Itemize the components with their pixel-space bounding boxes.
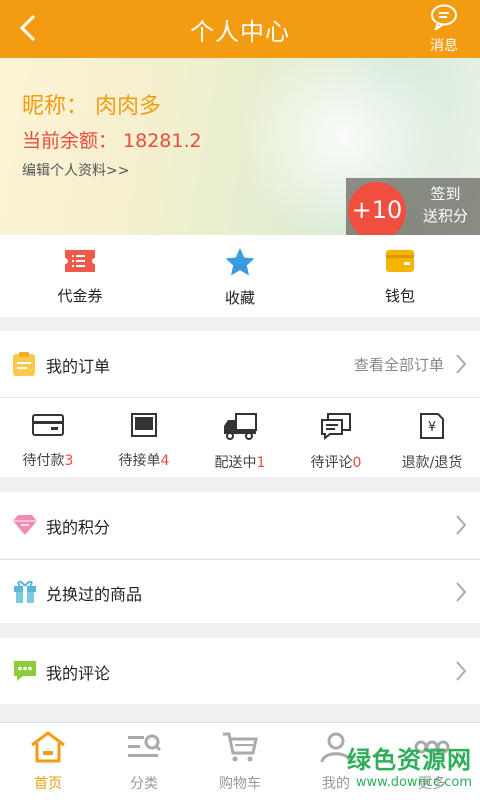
coupon-icon <box>65 250 95 272</box>
balance: 当前余额： 18281.2 <box>22 130 202 152</box>
status-count: 0 <box>352 455 362 471</box>
refund-icon: ¥ <box>420 413 444 439</box>
status-label-pending-payment: 待付款3 <box>22 453 74 469</box>
chevron-right-icon <box>456 354 467 374</box>
favorites-button[interactable]: 收藏 <box>160 235 320 317</box>
svg-text:¥: ¥ <box>428 420 436 435</box>
my-points-label: 我的积分 <box>46 518 111 537</box>
page-title: 个人中心 <box>190 18 290 46</box>
status-awaiting-review[interactable]: 待评论0 <box>288 398 384 477</box>
signin-text: 签到 送积分 <box>423 183 468 227</box>
status-refund[interactable]: ¥ 退款/退货 <box>384 398 480 477</box>
cart-icon <box>223 732 258 762</box>
wallet-button[interactable]: 钱包 <box>320 235 480 317</box>
tab-category-label: 分类 <box>130 776 158 792</box>
my-reviews-row[interactable]: 我的评论 <box>0 638 480 704</box>
top-bar: 个人中心 消息 <box>0 0 480 58</box>
status-pending-payment[interactable]: 待付款3 <box>0 398 96 477</box>
view-all-orders-link[interactable]: 查看全部订单 <box>354 354 444 375</box>
message-button[interactable]: 消息 <box>424 4 464 54</box>
favorites-label: 收藏 <box>224 289 255 307</box>
status-awaiting-acceptance[interactable]: 待接单4 <box>96 398 192 477</box>
diamond-icon <box>13 515 37 535</box>
my-orders-label: 我的订单 <box>46 357 111 376</box>
coupon-button[interactable]: 代金券 <box>0 235 160 317</box>
nickname: 昵称： 肉肉多 <box>22 94 161 119</box>
chevron-right-icon <box>456 515 467 535</box>
status-count: 1 <box>256 455 266 471</box>
inbox-icon <box>131 413 157 437</box>
wallet-label: 钱包 <box>384 287 415 305</box>
signin-points-badge: +10 <box>348 182 406 235</box>
star-icon <box>225 248 255 276</box>
status-label-refund: 退款/退货 <box>401 455 463 471</box>
profile-banner: 昵称： 肉肉多 当前余额： 18281.2 编辑个人资料>> +10 签到 送积… <box>0 58 480 235</box>
chat-bubble-icon <box>14 661 36 681</box>
gift-icon <box>14 580 36 603</box>
my-orders-row[interactable]: 我的订单 查看全部订单 <box>0 331 480 397</box>
status-label-delivery: 配送中1 <box>214 455 266 471</box>
status-label-awaiting: 待接单4 <box>118 453 170 469</box>
status-count: 3 <box>64 453 74 469</box>
redeemed-goods-label: 兑换过的商品 <box>46 585 143 604</box>
tab-home-label: 首页 <box>34 776 62 792</box>
clipboard-icon <box>13 352 35 376</box>
tab-home[interactable]: 首页 <box>0 723 96 800</box>
edit-profile-link[interactable]: 编辑个人资料>> <box>22 160 129 180</box>
tab-cart-label: 购物车 <box>219 776 261 792</box>
status-count: 4 <box>160 453 170 469</box>
tab-cart[interactable]: 购物车 <box>192 723 288 800</box>
my-points-row[interactable]: 我的积分 <box>0 492 480 558</box>
wallet-icon <box>386 250 414 272</box>
chevron-right-icon <box>456 661 467 681</box>
my-reviews-label: 我的评论 <box>46 664 111 683</box>
truck-icon <box>224 413 257 440</box>
card-icon <box>32 414 64 436</box>
watermark: 绿色资源网 www.downcc.com <box>347 740 472 790</box>
watermark-title: 绿色资源网 <box>347 746 472 774</box>
status-in-delivery[interactable]: 配送中1 <box>192 398 288 477</box>
watermark-url: www.downcc.com <box>355 775 472 790</box>
home-icon <box>31 731 65 763</box>
redeemed-goods-row[interactable]: 兑换过的商品 <box>0 559 480 623</box>
signin-line1: 签到 <box>430 185 461 203</box>
order-status-bar: 待付款3 待接单4 配送中1 待评论0 ¥ 退款/退货 <box>0 397 480 477</box>
signin-line2: 送积分 <box>422 207 468 225</box>
chevron-right-icon <box>456 582 467 602</box>
category-icon <box>128 734 162 757</box>
signin-button[interactable]: +10 签到 送积分 <box>346 178 480 235</box>
quick-actions: 代金券 收藏 钱包 <box>0 235 480 317</box>
comment-icon <box>321 413 351 441</box>
message-label: 消息 <box>430 38 458 54</box>
message-icon <box>431 4 457 32</box>
coupon-label: 代金券 <box>57 287 103 305</box>
status-label-review: 待评论0 <box>310 455 362 471</box>
tab-category[interactable]: 分类 <box>96 723 192 800</box>
